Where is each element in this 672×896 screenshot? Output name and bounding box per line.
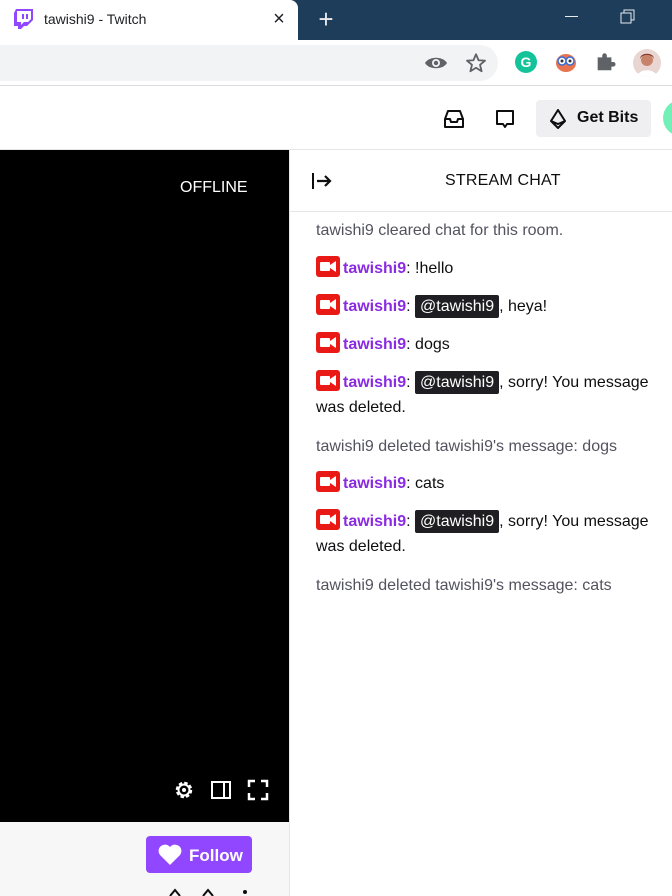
chat-message-text: , heya!	[499, 298, 548, 315]
chat-message-text: cats	[410, 475, 445, 492]
tab-close-icon[interactable]: ×	[270, 8, 288, 30]
fullscreen-icon[interactable]	[246, 778, 270, 802]
new-tab-icon[interactable]: +	[313, 5, 339, 33]
star-icon[interactable]	[465, 52, 487, 74]
bits-icon	[550, 109, 566, 129]
minimize-icon[interactable]	[562, 8, 582, 28]
broadcaster-badge-icon[interactable]	[316, 294, 340, 315]
chat-mention[interactable]: @tawishi9	[415, 510, 500, 533]
broadcaster-badge-icon[interactable]	[316, 370, 340, 391]
chat-message: tawishi9: @tawishi9, heya!	[316, 294, 672, 319]
chat-separator: :	[406, 513, 411, 530]
puzzle-icon[interactable]	[594, 51, 616, 73]
system-message-text: tawishi9 deleted tawishi9's message: dog…	[316, 438, 617, 455]
chat-message-text: !hello	[410, 260, 454, 277]
chat-message: tawishi9: cats	[316, 471, 672, 496]
chat-separator: :	[406, 374, 411, 391]
chat-separator: :	[406, 298, 411, 315]
channel-info-bar: Follow	[0, 822, 289, 896]
chat-username[interactable]: tawishi9	[343, 475, 406, 492]
profile-avatar[interactable]	[633, 49, 661, 77]
chat-mention[interactable]: @tawishi9	[415, 295, 500, 318]
tab-title: tawishi9 - Twitch	[44, 11, 147, 27]
chat-title: STREAM CHAT	[445, 172, 561, 189]
eye-icon[interactable]	[424, 55, 448, 71]
chat-username[interactable]: tawishi9	[343, 260, 406, 277]
chat-username[interactable]: tawishi9	[343, 374, 406, 391]
broadcaster-badge-icon[interactable]	[316, 471, 340, 492]
more-options-icons[interactable]	[166, 886, 266, 896]
chat-message: tawishi9: dogs	[316, 332, 672, 357]
browser-tab-strip: tawishi9 - Twitch × +	[0, 0, 672, 40]
chat-message: tawishi9: @tawishi9, sorry! You message w…	[316, 370, 672, 420]
heart-icon	[158, 844, 182, 865]
chat-system-message: tawishi9 deleted tawishi9's message: cat…	[316, 573, 672, 598]
address-bar[interactable]	[0, 45, 498, 81]
video-player[interactable]: OFFLINE	[0, 150, 289, 822]
chat-header: STREAM CHAT	[290, 150, 672, 212]
follow-button[interactable]: Follow	[146, 836, 252, 873]
system-message-text: tawishi9 cleared chat for this room.	[316, 222, 564, 239]
follow-label: Follow	[189, 846, 243, 865]
browser-tab[interactable]: tawishi9 - Twitch ×	[0, 0, 298, 40]
chat-username[interactable]: tawishi9	[343, 513, 406, 530]
chat-message-text-continued: was deleted.	[316, 538, 406, 555]
twitch-favicon	[14, 9, 33, 29]
restore-icon[interactable]	[617, 6, 637, 28]
chat-username[interactable]: tawishi9	[343, 298, 406, 315]
twitch-top-nav: Get Bits	[0, 87, 672, 150]
chat-message-text: , sorry! You message	[499, 374, 649, 391]
chat-message-text: dogs	[410, 336, 450, 353]
offline-status: OFFLINE	[180, 179, 248, 196]
chat-mention[interactable]: @tawishi9	[415, 371, 500, 394]
collapse-chat-icon[interactable]	[310, 169, 334, 193]
inbox-icon[interactable]	[442, 107, 466, 131]
user-avatar[interactable]	[663, 100, 672, 136]
chat-system-message: tawishi9 deleted tawishi9's message: dog…	[316, 434, 672, 459]
grammarly-icon[interactable]: G	[515, 51, 537, 73]
stream-chat-panel: STREAM CHAT tawishi9 cleared chat for th…	[289, 150, 672, 896]
broadcaster-badge-icon[interactable]	[316, 509, 340, 530]
theatre-mode-icon[interactable]	[209, 778, 233, 802]
chat-message-text: , sorry! You message	[499, 513, 649, 530]
browser-toolbar: G	[0, 40, 672, 86]
broadcaster-badge-icon[interactable]	[316, 332, 340, 353]
system-message-text: tawishi9 deleted tawishi9's message: cat…	[316, 577, 612, 594]
chat-message: tawishi9: @tawishi9, sorry! You message w…	[316, 509, 672, 559]
chat-message-text-continued: was deleted.	[316, 399, 406, 416]
chat-username[interactable]: tawishi9	[343, 336, 406, 353]
get-bits-label: Get Bits	[577, 109, 639, 126]
chat-system-message: tawishi9 cleared chat for this room.	[316, 218, 672, 243]
owl-extension-icon[interactable]	[554, 51, 578, 73]
broadcaster-badge-icon[interactable]	[316, 256, 340, 277]
get-bits-button[interactable]: Get Bits	[536, 100, 651, 137]
gear-icon[interactable]	[172, 778, 196, 802]
whisper-icon[interactable]	[493, 107, 517, 131]
chat-message: tawishi9: !hello	[316, 256, 672, 281]
